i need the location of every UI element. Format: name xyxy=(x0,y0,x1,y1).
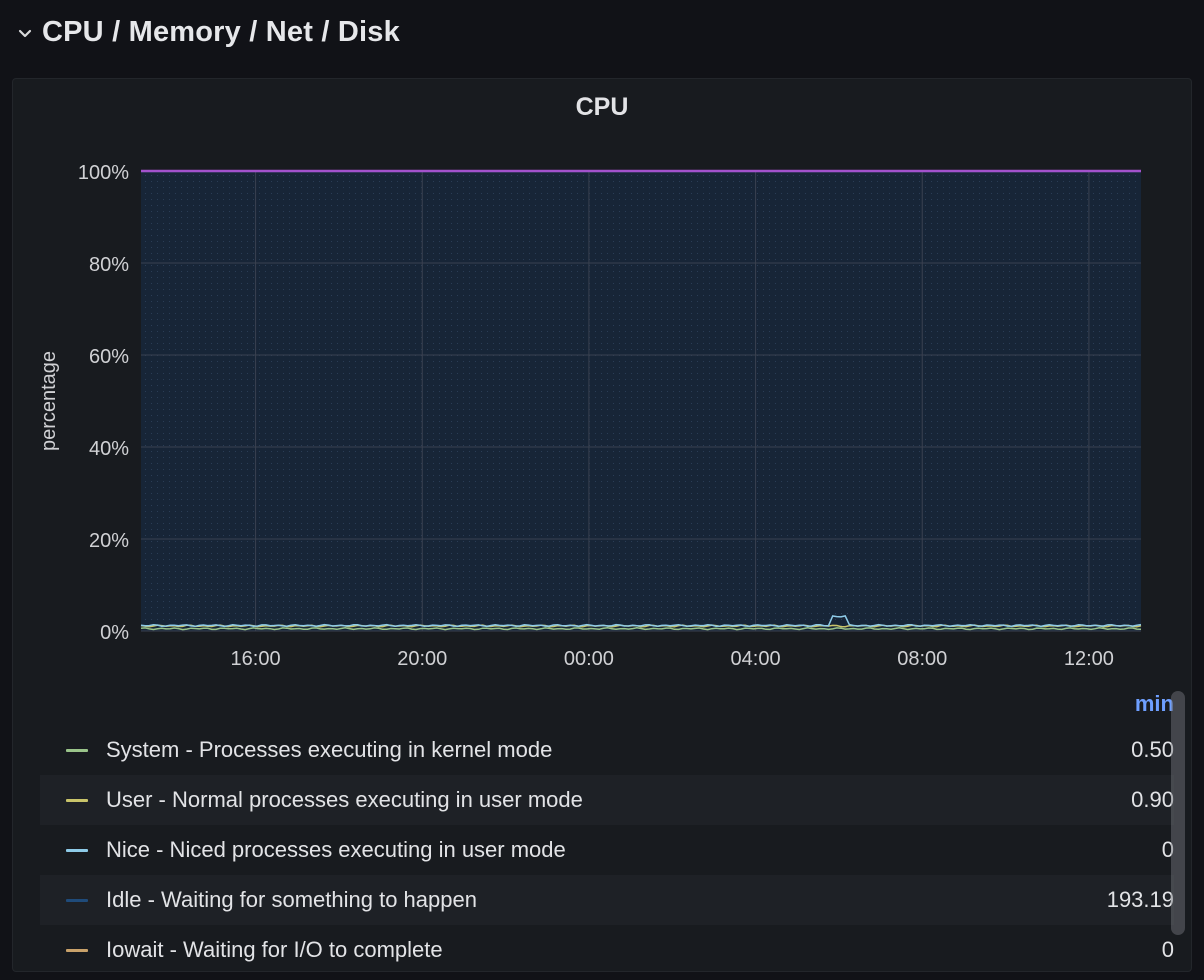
x-tick-label: 16:00 xyxy=(231,648,281,670)
legend-item[interactable]: User - Normal processes executing in use… xyxy=(40,775,1174,825)
y-tick-label: 20% xyxy=(89,530,129,552)
chevron-down-icon xyxy=(18,29,32,38)
legend-series-name[interactable]: User - Normal processes executing in use… xyxy=(106,787,583,813)
y-tick-label: 80% xyxy=(89,254,129,276)
row-collapse-toggle[interactable]: CPU / Memory / Net / Disk xyxy=(18,10,400,54)
legend-series-min: 0 xyxy=(1161,937,1174,962)
cpu-panel: CPU 0% 20% 40% 60% 80% 100% 16:00 20:00 00:00 04:… xyxy=(12,78,1192,972)
legend-series-swatch[interactable] xyxy=(66,848,88,852)
legend-series-swatch[interactable] xyxy=(66,798,88,802)
legend-series-name[interactable]: Nice - Niced processes executing in user… xyxy=(106,837,566,863)
y-tick-label: 0% xyxy=(100,622,129,644)
y-axis-label: percentage xyxy=(38,351,60,451)
legend-series-name[interactable]: Iowait - Waiting for I/O to complete xyxy=(106,937,443,963)
cpu-chart[interactable]: 0% 20% 40% 60% 80% 100% 16:00 20:00 00:00 04:00 08… xyxy=(13,79,1192,679)
y-tick-label: 40% xyxy=(89,438,129,460)
x-tick-label: 04:00 xyxy=(731,648,781,670)
legend-series-name[interactable]: System - Processes executing in kernel m… xyxy=(106,737,552,763)
legend-item[interactable]: Nice - Niced processes executing in user… xyxy=(40,825,1174,875)
y-tick-label: 60% xyxy=(89,346,129,368)
legend-table: min System - Processes executing in kern… xyxy=(40,685,1174,967)
area-fill-texture xyxy=(141,171,1141,631)
x-tick-label: 00:00 xyxy=(564,648,614,670)
legend-min-column-header[interactable]: min xyxy=(1135,691,1174,717)
y-tick-label: 100% xyxy=(78,162,129,184)
legend-series-min: 0.50 xyxy=(1131,737,1174,762)
legend-series-name[interactable]: Idle - Waiting for something to happen xyxy=(106,887,477,913)
x-tick-label: 12:00 xyxy=(1064,648,1114,670)
legend-series-swatch[interactable] xyxy=(66,898,88,902)
legend-series-min: 0.90 xyxy=(1131,787,1174,812)
x-tick-label: 08:00 xyxy=(897,648,947,670)
legend-series-swatch[interactable] xyxy=(66,748,88,752)
legend-series-min: 193.19 xyxy=(1106,887,1174,912)
legend-scrollbar[interactable] xyxy=(1171,691,1185,935)
legend-item[interactable]: Idle - Waiting for something to happen 19… xyxy=(40,875,1174,925)
legend-item[interactable]: System - Processes executing in kernel m… xyxy=(40,725,1174,775)
legend-item[interactable]: Iowait - Waiting for I/O to complete 0 xyxy=(40,925,1174,967)
legend-header: min xyxy=(40,685,1174,725)
legend-series-swatch[interactable] xyxy=(66,948,88,952)
row-title: CPU / Memory / Net / Disk xyxy=(42,15,400,48)
x-tick-label: 20:00 xyxy=(397,648,447,670)
